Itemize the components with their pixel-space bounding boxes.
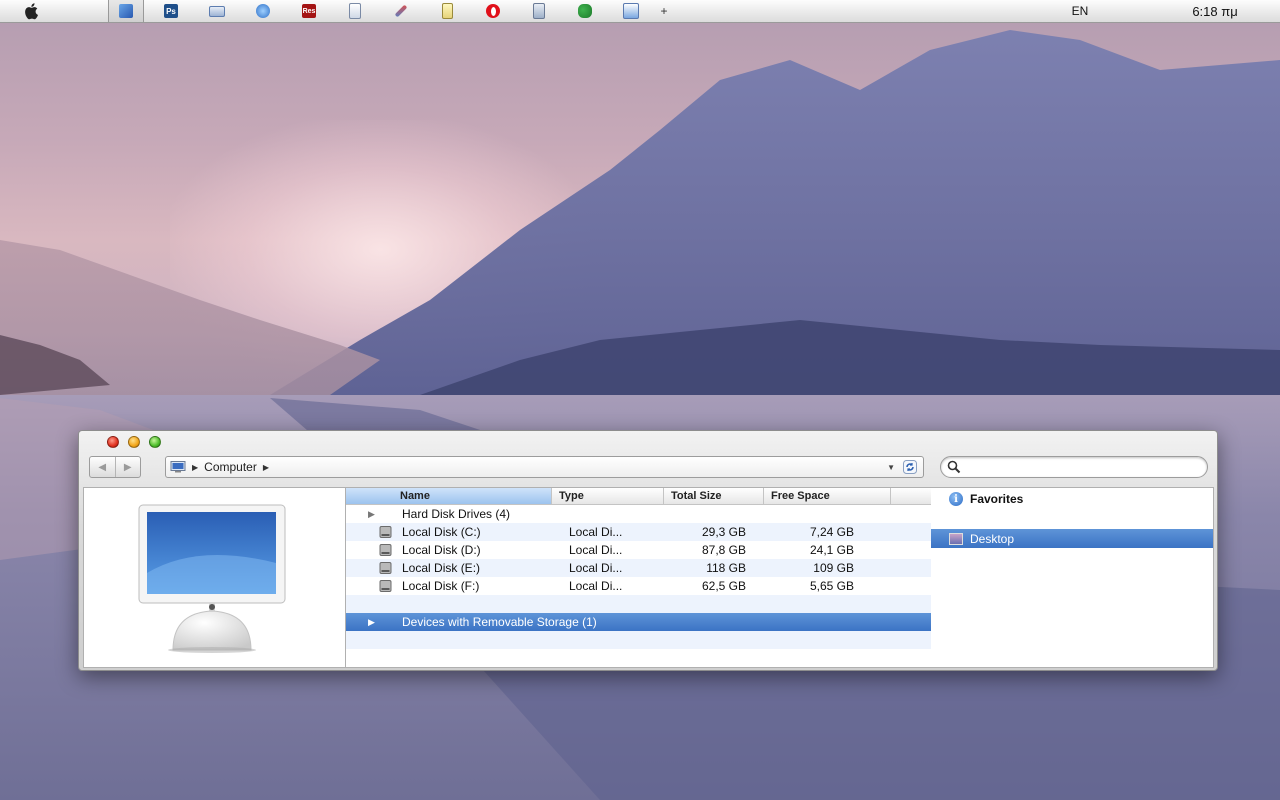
drive-total-size: 62,5 GB	[701, 579, 746, 593]
breadcrumb-chevron-icon[interactable]: ▶	[263, 463, 269, 472]
window-controls	[107, 436, 161, 448]
resource-hacker-label: Res	[302, 4, 316, 18]
drive-name: Local Disk (D:)	[402, 543, 481, 557]
drive-total-size: 87,8 GB	[701, 543, 746, 557]
notes-icon[interactable]	[424, 0, 470, 22]
table-row[interactable]: Local Disk (C:) Local Di... 29,3 GB 7,24…	[346, 523, 931, 541]
navigation-buttons: ◀ ▶	[89, 456, 141, 478]
table-row[interactable]: Local Disk (D:) Local Di... 87,8 GB 24,1…	[346, 541, 931, 559]
drive-free-space: 109 GB	[813, 561, 854, 575]
file-list: Name Type Total Size Free Space ▶ Hard Di…	[345, 487, 932, 668]
quick-launch-bar: Ps Res +	[64, 0, 674, 22]
drive-name: Local Disk (F:)	[402, 579, 480, 593]
group-label: Devices with Removable Storage (1)	[402, 615, 597, 629]
drive-total-size: 118 GB	[706, 561, 746, 575]
add-quicklaunch-button[interactable]: +	[654, 4, 674, 18]
drive-type: Local Di...	[569, 525, 623, 539]
calculator-icon[interactable]	[516, 0, 562, 22]
sidebar-item-desktop[interactable]: Desktop	[931, 529, 1213, 548]
expand-triangle-icon[interactable]: ▶	[368, 617, 375, 628]
notepad-icon[interactable]	[332, 0, 378, 22]
column-name[interactable]: Name	[346, 488, 552, 504]
empty-row	[346, 595, 931, 613]
column-headers: Name Type Total Size Free Space	[346, 488, 931, 505]
computer-icon	[170, 461, 186, 473]
column-type[interactable]: Type	[552, 488, 664, 504]
refresh-icon[interactable]	[903, 460, 917, 474]
minimize-button[interactable]	[128, 436, 140, 448]
search-field[interactable]	[940, 456, 1208, 478]
breadcrumb-separator-icon: ▶	[192, 462, 199, 472]
favorites-label: Favorites	[970, 492, 1024, 506]
drive-name: Local Disk (E:)	[402, 561, 481, 575]
imac-icon	[138, 504, 286, 653]
group-hard-disk-drives[interactable]: ▶ Hard Disk Drives (4)	[346, 505, 931, 523]
photoshop-icon-label: Ps	[164, 4, 178, 18]
address-bar[interactable]: ▶ Computer ▶ ▼	[165, 456, 924, 478]
close-button[interactable]	[107, 436, 119, 448]
internet-explorer-icon[interactable]	[240, 0, 286, 22]
drive-type: Local Di...	[569, 579, 623, 593]
search-input[interactable]	[965, 459, 1207, 475]
info-icon: i	[949, 492, 963, 506]
picture-icon[interactable]	[608, 0, 654, 22]
breadcrumb-computer[interactable]: Computer	[204, 460, 257, 474]
hard-disk-icon	[379, 544, 392, 556]
forward-button[interactable]: ▶	[114, 457, 141, 477]
address-dropdown-icon[interactable]: ▼	[887, 463, 895, 472]
preview-pane	[83, 487, 345, 668]
column-spacer	[891, 488, 931, 504]
users-icon[interactable]	[562, 0, 608, 22]
drive-free-space: 24,1 GB	[809, 543, 854, 557]
tools-icon[interactable]	[378, 0, 424, 22]
sidebar-item-favorites[interactable]: i Favorites	[931, 489, 1213, 509]
group-label: Hard Disk Drives (4)	[402, 507, 511, 521]
table-row[interactable]: Local Disk (F:) Local Di... 62,5 GB 5,65…	[346, 577, 931, 595]
hard-disk-icon	[379, 526, 392, 538]
resource-hacker-icon[interactable]: Res	[286, 0, 332, 22]
empty-row	[346, 631, 931, 649]
group-removable-storage[interactable]: ▶ Devices with Removable Storage (1)	[346, 613, 931, 631]
keyboard-icon[interactable]	[194, 0, 240, 22]
forward-arrow-icon: ▶	[123, 461, 132, 473]
hard-disk-icon	[379, 562, 392, 574]
language-indicator[interactable]: EN	[1050, 4, 1110, 18]
expand-triangle-icon[interactable]: ▶	[368, 509, 375, 520]
drive-free-space: 5,65 GB	[809, 579, 854, 593]
drive-total-size: 29,3 GB	[701, 525, 746, 539]
photoshop-icon[interactable]: Ps	[148, 0, 194, 22]
hard-disk-icon	[379, 580, 392, 592]
finder-icon[interactable]	[108, 0, 144, 22]
computer-window: ◀ ▶ ▶ Computer ▶ ▼ Name Type Total Size …	[78, 430, 1218, 671]
back-button[interactable]: ◀	[90, 457, 115, 477]
drive-name: Local Disk (C:)	[402, 525, 481, 539]
clock[interactable]: 6:18 πμ	[1150, 4, 1280, 19]
column-free-space[interactable]: Free Space	[764, 488, 891, 504]
desktop-icon	[949, 532, 963, 545]
table-row[interactable]: Local Disk (E:) Local Di... 118 GB 109 G…	[346, 559, 931, 577]
zoom-button[interactable]	[149, 436, 161, 448]
back-arrow-icon: ◀	[98, 461, 107, 473]
desktop-label: Desktop	[970, 531, 1015, 546]
drive-free-space: 7,24 GB	[809, 525, 854, 539]
desktop-wallpaper	[0, 0, 1280, 800]
favorites-sidebar: i Favorites Desktop	[931, 487, 1214, 668]
menu-bar: Ps Res + EN 6:18 πμ	[0, 0, 1280, 23]
search-icon	[947, 460, 961, 474]
column-total-size[interactable]: Total Size	[664, 488, 764, 504]
opera-icon[interactable]	[470, 0, 516, 22]
drive-type: Local Di...	[569, 561, 623, 575]
drive-type: Local Di...	[569, 543, 623, 557]
apple-menu-icon[interactable]	[0, 0, 64, 22]
